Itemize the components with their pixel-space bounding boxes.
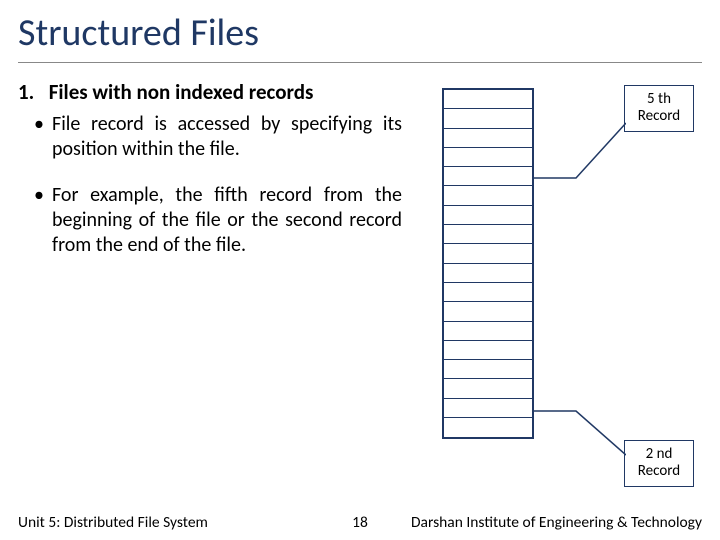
- bullet-dot-icon: •: [34, 112, 44, 137]
- section-heading-text: Files with non indexed records: [49, 79, 314, 105]
- record-row: [444, 399, 532, 418]
- record-row: [444, 109, 532, 128]
- record-row: [444, 206, 532, 225]
- record-stack: [442, 88, 534, 439]
- record-row: [444, 341, 532, 360]
- record-row: [444, 167, 532, 186]
- section-heading: 1. Files with non indexed records: [18, 79, 313, 105]
- bullet-item: • For example, the fifth record from the…: [52, 183, 402, 258]
- callout-5th-record: 5 th Record: [624, 85, 694, 132]
- record-row: [444, 302, 532, 321]
- slide-title: Structured Files: [18, 10, 259, 56]
- record-row: [444, 360, 532, 379]
- record-row: [444, 225, 532, 244]
- record-row: [444, 264, 532, 283]
- record-row: [444, 283, 532, 302]
- record-row: [444, 418, 532, 437]
- record-row: [444, 186, 532, 205]
- bullet-text: For example, the fifth record from the b…: [52, 183, 402, 257]
- footer-right: Darshan Institute of Engineering & Techn…: [411, 513, 702, 532]
- record-row: [444, 322, 532, 341]
- record-row: [444, 244, 532, 263]
- callout-connector-top: [534, 120, 626, 190]
- record-row: [444, 90, 532, 109]
- title-underline: [18, 62, 702, 63]
- record-row: [444, 129, 532, 148]
- bullet-item: • File record is accessed by specifying …: [52, 112, 402, 162]
- callout-connector-bottom: [534, 405, 626, 465]
- callout-2nd-record: 2 nd Record: [624, 440, 694, 487]
- record-row: [444, 148, 532, 167]
- section-number: 1.: [18, 79, 44, 105]
- bullet-dot-icon: •: [34, 183, 44, 208]
- bullet-text: File record is accessed by specifying it…: [52, 112, 402, 161]
- record-row: [444, 379, 532, 398]
